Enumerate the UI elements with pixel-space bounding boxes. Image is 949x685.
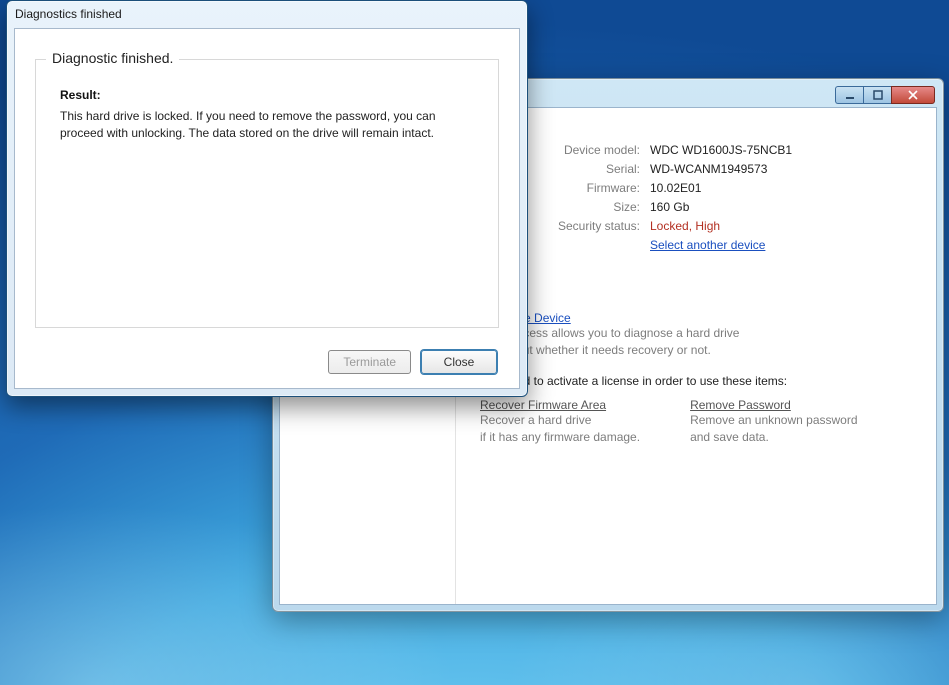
action-header-fragment: an action: [468, 280, 910, 297]
label-firmware: Firmware:: [542, 181, 650, 195]
value-size: 160 Gb: [650, 200, 689, 214]
diagnose-desc-1: This process allows you to diagnose a ha…: [480, 325, 910, 342]
dialog-title: Diagnostics finished: [15, 7, 122, 21]
result-label: Result:: [60, 88, 474, 102]
minimize-button[interactable]: [835, 86, 863, 104]
recover-firmware-link[interactable]: Recover Firmware Area: [480, 398, 606, 412]
select-another-device-link[interactable]: Select another device: [650, 238, 765, 252]
value-serial: WD-WCANM1949573: [650, 162, 767, 176]
terminate-button: Terminate: [328, 350, 411, 374]
main-panel: Device model: WDC WD1600JS-75NCB1 Serial…: [456, 108, 936, 604]
row-select-another: Select another device: [542, 238, 910, 252]
option-remove-password: Remove Password Remove an unknown passwo…: [690, 398, 857, 447]
value-security: Locked, High: [650, 219, 720, 233]
remove-password-desc-2: and save data.: [690, 429, 857, 446]
value-firmware: 10.02E01: [650, 181, 701, 195]
row-serial: Serial: WD-WCANM1949573: [542, 162, 910, 176]
label-size: Size:: [542, 200, 650, 214]
close-button[interactable]: Close: [421, 350, 497, 374]
row-security: Security status: Locked, High: [542, 219, 910, 233]
maximize-button[interactable]: [863, 86, 891, 104]
result-text: This hard drive is locked. If you need t…: [60, 108, 440, 143]
dialog-client: Diagnostic finished. Result: This hard d…: [14, 28, 520, 389]
row-size: Size: 160 Gb: [542, 200, 910, 214]
minimize-icon: [845, 90, 855, 100]
dialog-titlebar[interactable]: Diagnostics finished: [7, 1, 527, 27]
maximize-icon: [873, 90, 883, 100]
label-device-model: Device model:: [542, 143, 650, 157]
close-window-button[interactable]: [891, 86, 935, 104]
label-security: Security status:: [542, 219, 650, 233]
activate-note: You need to activate a license in order …: [480, 374, 910, 388]
value-device-model: WDC WD1600JS-75NCB1: [650, 143, 792, 157]
remove-password-link[interactable]: Remove Password: [690, 398, 791, 412]
diagnostics-dialog: Diagnostics finished Diagnostic finished…: [6, 0, 528, 397]
label-serial: Serial:: [542, 162, 650, 176]
recover-firmware-desc-1: Recover a hard drive: [480, 412, 640, 429]
diagnostic-groupbox: Diagnostic finished. Result: This hard d…: [35, 59, 499, 328]
row-firmware: Firmware: 10.02E01: [542, 181, 910, 195]
diagnose-desc-2: to find out whether it needs recovery or…: [480, 342, 910, 359]
groupbox-legend: Diagnostic finished.: [46, 50, 179, 66]
row-device-model: Device model: WDC WD1600JS-75NCB1: [542, 143, 910, 157]
recover-firmware-desc-2: if it has any firmware damage.: [480, 429, 640, 446]
remove-password-desc-1: Remove an unknown password: [690, 412, 857, 429]
desktop-background: Device model: WDC WD1600JS-75NCB1 Serial…: [0, 0, 949, 685]
close-icon: [908, 90, 918, 100]
option-recover-firmware: Recover Firmware Area Recover a hard dri…: [480, 398, 640, 447]
